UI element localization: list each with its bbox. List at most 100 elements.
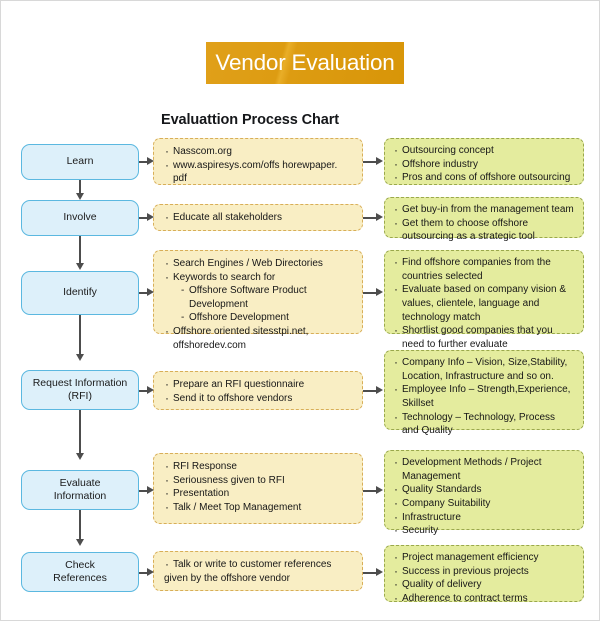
list-item: Employee Info – Strength,Experience,: [393, 382, 577, 398]
list-item: Talk or write to customer references: [164, 557, 354, 573]
action-box-evaluate-information: RFI Response Seriousness given to RFI Pr…: [153, 453, 363, 524]
outcome-box-check-references: Project management efficiency Success in…: [384, 545, 584, 607]
list-item: Security: [393, 523, 577, 539]
stage-label-line2: Information: [53, 490, 107, 502]
arrow-right-icon: [376, 486, 383, 494]
connector-line: [363, 217, 376, 219]
list-item: Quality Standards: [393, 482, 577, 498]
list-item: Shortlist good companies that you: [393, 323, 577, 339]
list-item: Presentation: [164, 486, 354, 502]
list-item: Keywords to search for: [164, 270, 354, 286]
list-item: Nasscom.org: [164, 144, 354, 160]
action-list: Nasscom.org www.aspiresys.com/offs horew…: [164, 144, 354, 186]
arrow-right-icon: [147, 386, 154, 394]
arrow-right-icon: [147, 157, 154, 165]
connector-line: [363, 490, 376, 492]
action-box-check-references: Talk or write to customer references giv…: [153, 551, 363, 591]
title-banner: Vendor Evaluation: [206, 42, 404, 84]
connector-line: [363, 390, 376, 392]
stage-box-request-information[interactable]: Request Information (RFI): [21, 370, 139, 410]
list-item: technology match: [402, 311, 481, 323]
stage-label: Evaluate Information: [54, 477, 107, 503]
list-item: offshoredev.com: [173, 339, 247, 351]
outcome-list: Get buy-in from the management team Get …: [393, 202, 577, 244]
list-item: values, clientele, language and: [402, 298, 540, 310]
arrow-down-icon: [75, 263, 84, 270]
outcome-list: Outsourcing concept Offshore industry Pr…: [393, 143, 577, 186]
action-box-involve: Educate all stakeholders: [153, 204, 363, 231]
list-item: Project management efficiency: [393, 550, 577, 566]
stage-box-check-references[interactable]: Check References: [21, 552, 139, 592]
action-box-learn: Nasscom.org www.aspiresys.com/offs horew…: [153, 138, 363, 185]
stage-label-line2: (RFI): [68, 390, 92, 402]
arrow-right-icon: [147, 486, 154, 494]
arrow-down-icon: [75, 539, 84, 546]
stage-box-learn[interactable]: Learn: [21, 144, 139, 180]
list-item: Evaluate based on company vision &: [393, 282, 577, 298]
list-item: Management: [402, 470, 461, 482]
outcome-box-involve: Get buy-in from the management team Get …: [384, 197, 584, 242]
list-item: Pros and cons of offshore outsourcing: [393, 170, 577, 186]
list-item: Search Engines / Web Directories: [164, 256, 354, 272]
connector-line: [363, 161, 376, 163]
outcome-box-request-information: Company Info – Vision, Size,Stability, L…: [384, 350, 584, 436]
list-item: Offshore Software Product Development: [164, 284, 354, 310]
list-item: pdf: [173, 173, 187, 185]
list-item: Get buy-in from the management team: [393, 202, 577, 218]
arrow-right-icon: [147, 568, 154, 576]
connector-line: [139, 217, 147, 219]
list-item: countries selected: [402, 270, 483, 282]
list-item: Seriousness given to RFI: [164, 473, 354, 489]
list-item: Offshore oriented sitesstpi.net,: [164, 324, 354, 340]
arrow-down-icon: [75, 193, 84, 200]
list-item: Talk / Meet Top Management: [164, 500, 354, 516]
arrow-right-icon: [376, 288, 383, 296]
connector-line: [139, 572, 147, 574]
stage-label: Identify: [63, 286, 97, 299]
outcome-list: Project management efficiency Success in…: [393, 550, 577, 607]
list-item: Infrastructure: [393, 510, 577, 526]
list-item: Company Info – Vision, Size,Stability,: [393, 355, 577, 371]
list-item: Company Suitability: [393, 496, 577, 512]
list-item: Skillset: [402, 398, 434, 410]
arrow-down-icon: [75, 453, 84, 460]
list-item: Send it to offshore vendors: [164, 391, 354, 407]
stage-box-evaluate-information[interactable]: Evaluate Information: [21, 470, 139, 510]
action-list: Prepare an RFI questionnaire Send it to …: [164, 377, 354, 407]
list-item: RFI Response: [164, 459, 354, 475]
stage-label: Learn: [66, 155, 94, 168]
outcome-box-identify: Find offshore companies from the countri…: [384, 250, 584, 350]
outcome-list: Development Methods / Project Management…: [393, 455, 577, 539]
list-item: Get them to choose offshore: [393, 216, 577, 232]
list-item: given by the offshore vendor: [164, 572, 291, 584]
outcome-list: Find offshore companies from the countri…: [393, 255, 577, 351]
arrow-right-icon: [376, 213, 383, 221]
list-item: Location, Infrastructure and so on.: [402, 370, 554, 382]
list-item: Technology – Technology, Process: [393, 410, 577, 426]
stage-label-line2: References: [53, 572, 107, 584]
arrow-right-icon: [147, 213, 154, 221]
stage-label-line1: Request Information: [32, 376, 128, 389]
connector-line: [79, 315, 81, 359]
outcome-list: Company Info – Vision, Size,Stability, L…: [393, 355, 577, 438]
connector-line: [79, 410, 81, 458]
stage-box-identify[interactable]: Identify: [21, 271, 139, 315]
list-item: and Quality: [402, 425, 453, 437]
stage-label-line1: Evaluate: [59, 476, 101, 489]
list-item: outsourcing as a strategic tool: [402, 231, 535, 243]
stage-label-line1: Check: [65, 558, 95, 571]
connector-line: [139, 490, 147, 492]
outcome-box-evaluate-information: Development Methods / Project Management…: [384, 450, 584, 539]
action-list: Search Engines / Web Directories Keyword…: [164, 256, 354, 352]
stage-label: Request Information (RFI): [33, 377, 128, 403]
page-title: Vendor Evaluation: [215, 50, 395, 75]
action-list: Talk or write to customer references giv…: [164, 557, 354, 585]
connector-line: [139, 292, 147, 294]
list-item: Quality of delivery: [393, 577, 577, 593]
flowchart-page: Vendor Evaluation Evaluattion Process Ch…: [0, 0, 600, 621]
outcome-box-learn: Outsourcing concept Offshore industry Pr…: [384, 138, 584, 186]
stage-box-involve[interactable]: Involve: [21, 200, 139, 236]
list-item: Adherence to contract terms: [393, 591, 577, 607]
connector-line: [139, 390, 147, 392]
stage-label: Involve: [63, 211, 97, 224]
